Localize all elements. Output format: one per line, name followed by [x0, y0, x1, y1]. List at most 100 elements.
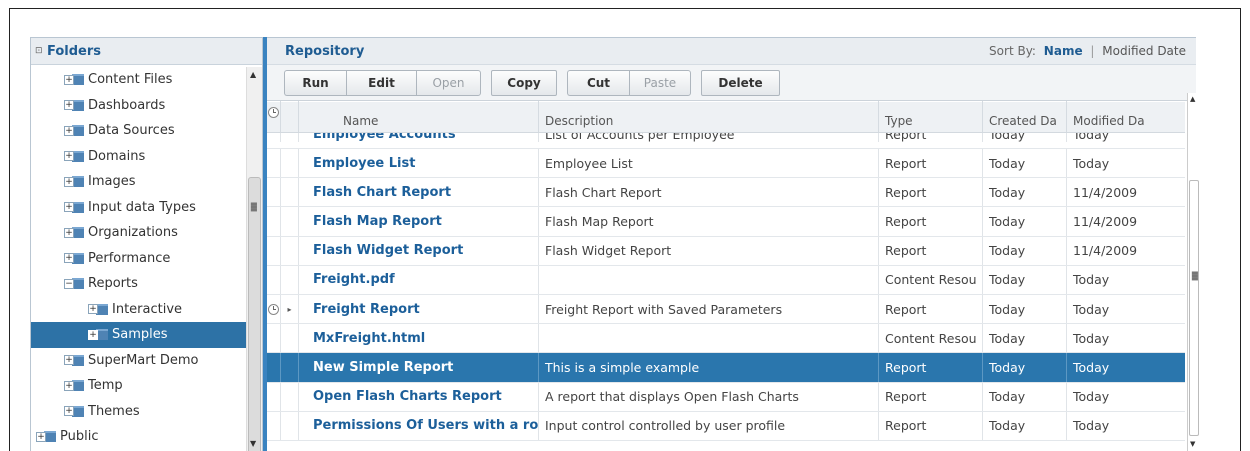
resource-name-link[interactable]: Freight Report [298, 294, 538, 324]
table-row[interactable]: Employee List Employee List Report Today Tod… [267, 149, 1185, 179]
expand-node-icon[interactable]: + [64, 227, 74, 238]
sort-by-label: Sort By: [989, 44, 1036, 58]
repository-title: Repository [285, 43, 365, 59]
scroll-up-arrow-icon[interactable]: ▲ [1190, 95, 1195, 103]
copy-button[interactable]: Copy [491, 69, 557, 96]
expand-cell [280, 178, 298, 207]
folder-item[interactable]: + Themes [31, 399, 246, 425]
table-row[interactable]: Flash Widget Report Flash Widget Report Re… [267, 236, 1185, 266]
resource-name-link[interactable]: Open Flash Charts Report [298, 382, 538, 411]
created-date-column-header[interactable]: Created Da [982, 101, 1066, 132]
resource-modified-date: Today [1066, 382, 1150, 411]
modified-date-column-header[interactable]: Modified Da [1066, 101, 1150, 132]
schedule-cell [267, 324, 280, 352]
folder-item[interactable]: + Interactive [31, 297, 246, 323]
edit-button[interactable]: Edit [346, 69, 416, 96]
expand-node-icon[interactable]: + [64, 253, 74, 264]
folder-item[interactable]: + Temp [31, 373, 246, 399]
resource-name-link[interactable]: MxFreight.html [298, 324, 538, 353]
scrollbar-thumb[interactable] [248, 177, 261, 451]
expand-cell [280, 149, 298, 178]
folder-item[interactable]: + Input data Types [31, 195, 246, 221]
resource-type: Report [878, 382, 982, 411]
folder-item[interactable]: + Samples [31, 322, 258, 348]
resource-name-link[interactable]: Freight.pdf [298, 265, 538, 294]
folder-item[interactable]: + Performance [31, 246, 246, 272]
resource-modified-date: Today [1066, 324, 1150, 353]
folder-label: Domains [88, 148, 146, 164]
scrollbar-thumb[interactable] [1189, 180, 1199, 436]
resource-created-date: Today [982, 178, 1066, 207]
table-row[interactable]: Freight.pdf Content Resou Today Today [267, 265, 1185, 295]
table-row[interactable]: MxFreight.html Content Resou Today Today [267, 324, 1185, 354]
resource-created-date: Today [982, 236, 1066, 265]
collapse-node-icon[interactable]: − [64, 278, 74, 289]
resource-description: Input control controlled by user profile [538, 411, 878, 440]
table-row[interactable]: Open Flash Charts Report A report that di… [267, 382, 1185, 412]
expand-cell [280, 265, 298, 294]
expand-node-icon[interactable]: + [64, 176, 74, 187]
folder-item[interactable]: + Organizations [31, 220, 246, 246]
folders-scrollbar[interactable]: ▲ ▬ ▬ ▬ ▼ [246, 67, 262, 451]
expand-node-icon[interactable]: + [64, 151, 74, 162]
delete-button[interactable]: Delete [701, 69, 780, 96]
folder-label: Dashboards [88, 97, 166, 113]
expand-node-icon[interactable]: + [64, 202, 74, 213]
folder-item[interactable]: + Images [31, 169, 246, 195]
folder-item[interactable]: + SuperMart Demo [31, 348, 246, 374]
cut-button[interactable]: Cut [567, 69, 629, 96]
scheduled-clock-icon[interactable] [268, 303, 279, 315]
scroll-down-arrow-icon[interactable]: ▼ [1190, 440, 1195, 448]
table-row[interactable]: ▸ Freight Report Freight Report with Saved… [267, 294, 1185, 325]
resource-name-link[interactable]: New Simple Report [298, 353, 538, 382]
expand-node-icon[interactable]: + [64, 406, 74, 417]
resource-name-link[interactable]: Flash Chart Report [298, 178, 538, 207]
folder-label: Performance [88, 250, 171, 266]
resource-name-link[interactable]: Employee Accounts [298, 133, 538, 142]
expand-node-icon[interactable]: + [36, 431, 46, 442]
resource-name-link[interactable]: Permissions Of Users with a ro [298, 411, 538, 440]
expand-node-icon[interactable]: + [64, 380, 74, 391]
resource-name-link[interactable]: Flash Widget Report [298, 236, 538, 265]
description-column-header[interactable]: Description [538, 101, 878, 132]
expand-node-icon[interactable]: + [64, 355, 74, 366]
table-row[interactable]: Flash Chart Report Flash Chart Report Repo… [267, 178, 1185, 208]
expand-node-icon[interactable]: + [64, 100, 74, 111]
resource-created-date: Today [982, 207, 1066, 236]
expand-node-icon[interactable]: + [64, 125, 74, 136]
table-row[interactable]: Flash Map Report Flash Map Report Report To… [267, 207, 1185, 237]
expand-node-icon[interactable]: + [88, 329, 98, 340]
collapse-panel-icon[interactable]: ⊡ [35, 46, 47, 56]
sort-by-name-link[interactable]: Name [1044, 44, 1083, 58]
table-row[interactable]: New Simple Report This is a simple exampl… [267, 353, 1185, 383]
table-row[interactable]: Employee Accounts List of Accounts per Em… [267, 133, 1185, 149]
type-column-header[interactable]: Type [878, 101, 982, 132]
folders-title: Folders [47, 43, 102, 59]
folder-item[interactable]: + Content Files [31, 67, 246, 93]
resource-type: Report [878, 236, 982, 265]
table-row[interactable]: Permissions Of Users with a ro Input cont… [267, 411, 1185, 441]
resource-name-link[interactable]: Flash Map Report [298, 207, 538, 236]
folder-item[interactable]: − Reports [31, 271, 246, 297]
name-column-header[interactable]: Name [298, 101, 538, 132]
expand-node-icon[interactable]: + [88, 304, 98, 315]
expand-node-icon[interactable]: + [64, 74, 74, 85]
resource-description: Employee List [538, 149, 878, 178]
folder-item[interactable]: + Data Sources [31, 118, 246, 144]
folder-item[interactable]: + Dashboards [31, 93, 246, 119]
expand-row-icon[interactable]: ▸ [287, 305, 291, 314]
paste-button[interactable]: Paste [629, 69, 691, 96]
expand-cell [280, 353, 298, 382]
sort-by-modified-date-link[interactable]: Modified Date [1102, 44, 1186, 58]
run-button[interactable]: Run [284, 69, 346, 96]
resource-name-link[interactable]: Employee List [298, 149, 538, 178]
scroll-up-arrow-icon[interactable]: ▲ [250, 70, 256, 79]
folder-item[interactable]: + Domains [31, 144, 246, 170]
resource-description: Flash Map Report [538, 207, 878, 236]
folder-label: Temp [88, 378, 123, 394]
scroll-down-arrow-icon[interactable]: ▼ [250, 439, 256, 448]
folder-item[interactable]: + Public [31, 424, 246, 450]
schedule-column-header [267, 101, 280, 132]
open-button[interactable]: Open [416, 69, 481, 96]
grid-scrollbar[interactable]: ▲ ▬ ▬ ▬ ▼ [1187, 93, 1199, 451]
